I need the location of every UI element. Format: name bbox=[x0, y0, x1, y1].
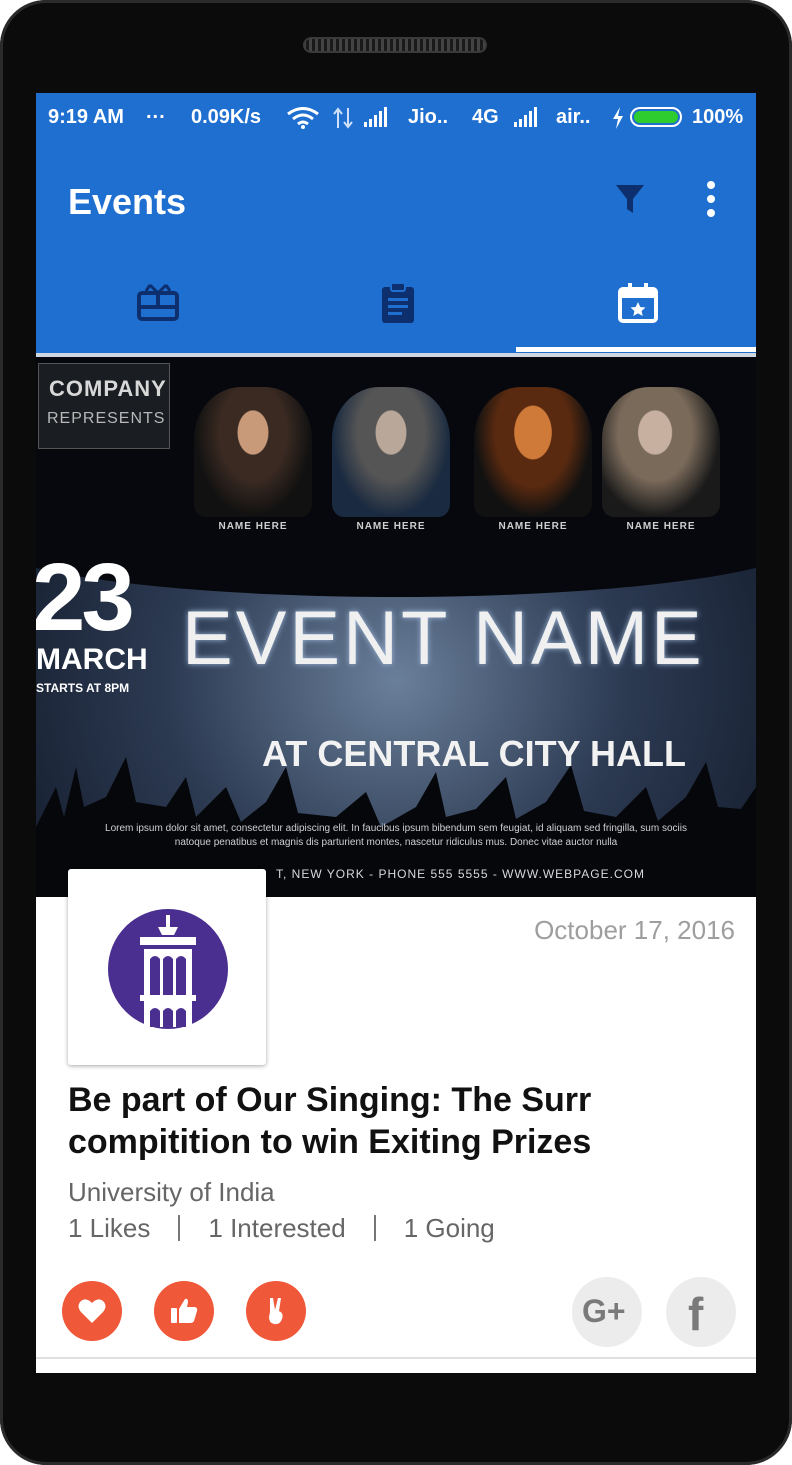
wifi-icon bbox=[287, 107, 319, 129]
banner-event-name: EVENT NAME bbox=[182, 596, 705, 681]
tab-indicator bbox=[516, 347, 756, 352]
data-arrows-icon bbox=[333, 107, 353, 129]
page-title: Events bbox=[68, 181, 187, 222]
singer-name: NAME HERE bbox=[626, 521, 696, 532]
more-options-button[interactable] bbox=[698, 179, 724, 219]
banner-venue: AT CENTRAL CITY HALL bbox=[262, 733, 686, 774]
signal-icon bbox=[364, 107, 388, 127]
banner-footer: T, NEW YORK - PHONE 555 5555 - WWW.WEBPA… bbox=[276, 867, 645, 881]
signal-icon bbox=[514, 107, 538, 127]
interested-button[interactable] bbox=[154, 1281, 214, 1341]
google-plus-icon: G+ bbox=[582, 1293, 626, 1329]
banner-month: MARCH bbox=[36, 643, 148, 676]
tab-events[interactable] bbox=[516, 263, 756, 349]
battery-icon bbox=[630, 107, 682, 127]
tab-tasks[interactable] bbox=[276, 263, 516, 349]
event-title[interactable]: Be part of Our Singing: The Surr compiti… bbox=[68, 1079, 728, 1163]
singer-name: NAME HERE bbox=[498, 521, 568, 532]
singer-photo bbox=[194, 387, 312, 517]
victory-hand-icon bbox=[269, 1298, 283, 1325]
charging-icon bbox=[613, 107, 623, 129]
google-plus-share-button[interactable]: G+ bbox=[572, 1277, 642, 1347]
screen: 9:19 AM ... 0.09K/s Jio.. 4G air.. 100% … bbox=[36, 93, 756, 1373]
status-net-speed: 0.09K/s bbox=[191, 106, 262, 128]
singer-photo bbox=[332, 387, 450, 517]
calendar-star-icon bbox=[618, 283, 658, 323]
app-bar: Events bbox=[36, 143, 756, 353]
going-button[interactable] bbox=[246, 1281, 306, 1341]
clipboard-icon bbox=[382, 282, 414, 323]
event-date: October 17, 2016 bbox=[534, 915, 735, 945]
singer-photo bbox=[602, 387, 720, 517]
stats-divider bbox=[178, 1215, 181, 1241]
battery-fill bbox=[634, 111, 678, 123]
organizer-logo-card[interactable] bbox=[68, 869, 266, 1065]
banner-company-box: COMPANY REPRESENTS bbox=[38, 363, 170, 449]
filter-icon bbox=[616, 185, 644, 213]
singer-photo bbox=[474, 387, 592, 517]
status-bar: 9:19 AM ... 0.09K/s Jio.. 4G air.. 100% bbox=[36, 93, 756, 143]
phone-speaker bbox=[303, 37, 487, 53]
interested-count: 1 Interested bbox=[208, 1213, 346, 1243]
facebook-share-button[interactable]: f bbox=[666, 1277, 736, 1347]
event-organizer[interactable]: University of India bbox=[68, 1177, 275, 1208]
filter-button[interactable] bbox=[610, 179, 650, 219]
university-building-icon bbox=[108, 909, 228, 1029]
status-network-type: 4G bbox=[472, 106, 499, 128]
gift-card-icon bbox=[137, 283, 179, 321]
status-notification-dots: ... bbox=[146, 101, 166, 123]
event-banner-image[interactable]: COMPANY REPRESENTS NAME HERE NAME HERE N… bbox=[36, 357, 756, 897]
event-stats: 1 Likes 1 Interested 1 Going bbox=[68, 1213, 495, 1244]
tab-offers[interactable] bbox=[36, 263, 276, 349]
phone-frame: 9:19 AM ... 0.09K/s Jio.. 4G air.. 100% … bbox=[0, 0, 792, 1465]
singer-name: NAME HERE bbox=[356, 521, 426, 532]
singer-name: NAME HERE bbox=[218, 521, 288, 532]
banner-start-time: STARTS AT 8PM bbox=[36, 681, 130, 695]
likes-count: 1 Likes bbox=[68, 1213, 151, 1243]
status-battery-text: 100% bbox=[692, 106, 744, 128]
banner-company: COMPANY bbox=[49, 376, 167, 401]
thumbs-up-icon bbox=[171, 1298, 198, 1323]
like-button[interactable] bbox=[62, 1281, 122, 1341]
heart-icon bbox=[78, 1299, 106, 1323]
stats-divider bbox=[373, 1215, 376, 1241]
banner-day: 23 bbox=[36, 544, 135, 651]
status-carrier-2: air.. bbox=[556, 106, 591, 128]
status-time: 9:19 AM bbox=[48, 106, 124, 128]
facebook-icon: f bbox=[688, 1288, 704, 1340]
status-carrier-1: Jio.. bbox=[408, 106, 449, 128]
banner-represents: REPRESENTS bbox=[47, 410, 166, 427]
card-divider bbox=[36, 1357, 756, 1359]
banner-body-text: natoque penatibus et magnis dis parturie… bbox=[174, 837, 618, 848]
going-count: 1 Going bbox=[403, 1213, 495, 1243]
banner-body-text: Lorem ipsum dolor sit amet, consectetur … bbox=[105, 823, 687, 834]
